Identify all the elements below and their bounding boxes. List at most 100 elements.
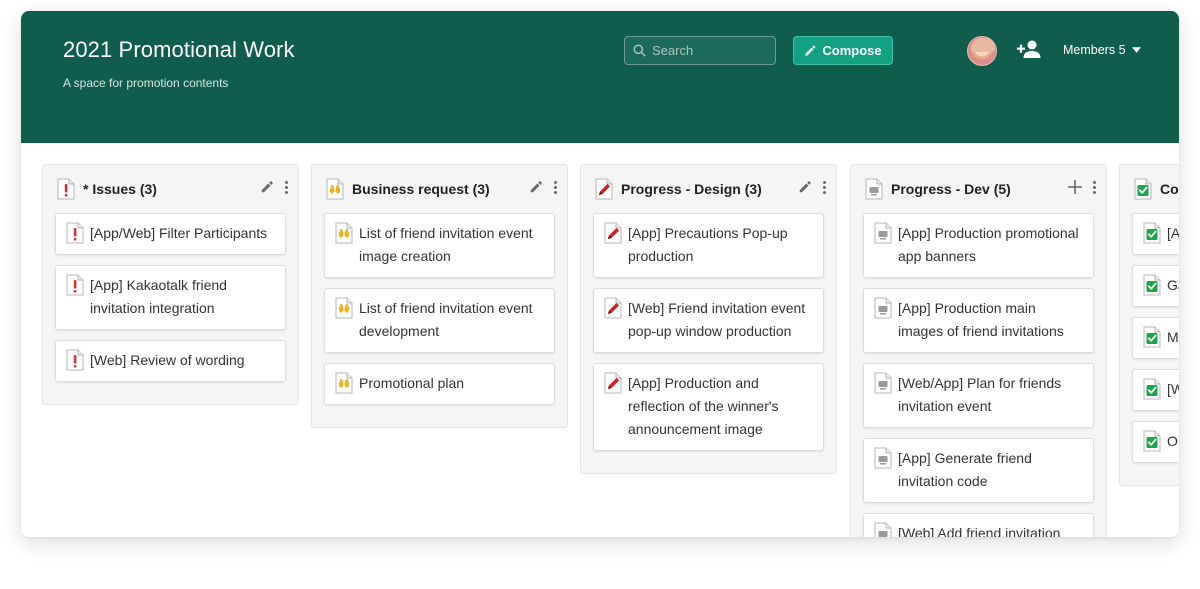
task-card[interactable]: [Web/App] Plan for friends invitation ev…	[863, 363, 1094, 428]
task-card-title: [Web] Review of wording	[90, 352, 245, 368]
column-header: Progress - Dev (5)	[851, 165, 1106, 213]
issue-card-icon	[66, 349, 84, 371]
column-3: Progress - Dev (5) [App] Production promo…	[850, 164, 1107, 537]
done-column-icon	[1134, 178, 1152, 200]
done-card-icon	[1143, 222, 1161, 244]
task-card[interactable]: M	[1132, 317, 1179, 359]
members-label: Members 5	[1063, 43, 1126, 57]
task-card-title: M	[1167, 329, 1179, 345]
task-card-title: Ga	[1167, 277, 1179, 293]
design-card-icon	[604, 297, 622, 319]
compose-button[interactable]: Compose	[793, 36, 893, 65]
task-card[interactable]: Ga	[1132, 265, 1179, 307]
task-card[interactable]: [Web] Add friend invitation	[863, 513, 1094, 537]
task-card-title: [Web] Friend invitation event pop-up win…	[628, 300, 806, 339]
column-actions	[260, 180, 288, 194]
search-icon	[633, 44, 646, 57]
column-4: Co [A be Ga M [W ba O	[1119, 164, 1179, 486]
task-card-title: [App] Precautions Pop-up production	[628, 225, 788, 264]
task-card-title: [App] Kakaotalk friend invitation integr…	[90, 277, 227, 316]
page-title: 2021 Promotional Work	[63, 37, 295, 62]
task-card-title: [W ba	[1167, 381, 1179, 397]
task-card[interactable]: [App/Web] Filter Participants	[55, 213, 286, 255]
column-title: Business request (3)	[352, 181, 490, 197]
task-card[interactable]: O	[1132, 421, 1179, 463]
task-card[interactable]: [App] Generate friend invitation code	[863, 438, 1094, 503]
more-options-icon[interactable]	[553, 180, 557, 194]
pencil-icon	[805, 45, 816, 55]
edit-icon[interactable]	[260, 180, 274, 194]
kanban-board: * Issues (3) [App/Web] Filter Participant…	[21, 143, 1179, 537]
done-card-icon	[1143, 326, 1161, 348]
edit-icon[interactable]	[529, 180, 543, 194]
members-dropdown[interactable]: Members 5	[1063, 43, 1141, 57]
task-card[interactable]: [App] Production promotional app banners	[863, 213, 1094, 278]
issue-card-icon	[66, 222, 84, 244]
dev-card-icon	[874, 522, 892, 537]
more-options-icon[interactable]	[822, 180, 826, 194]
column-actions	[1068, 180, 1096, 194]
done-card-icon	[1143, 430, 1161, 452]
column-title: Progress - Design (3)	[621, 181, 762, 197]
column-header: Business request (3)	[312, 165, 567, 213]
task-card-title: [App/Web] Filter Participants	[90, 225, 268, 241]
add-card-icon[interactable]	[1068, 180, 1082, 194]
task-card-title: [Web] Add friend invitation	[898, 525, 1061, 537]
column-header: * Issues (3)	[43, 165, 298, 213]
request-card-icon	[335, 372, 353, 394]
search-input[interactable]	[652, 43, 762, 58]
task-card-title: [App] Production main images of friend i…	[898, 300, 1064, 339]
more-options-icon[interactable]	[1092, 180, 1096, 194]
task-card-title: Promotional plan	[359, 375, 465, 391]
dev-card-icon	[874, 297, 892, 319]
more-options-icon[interactable]	[284, 180, 288, 194]
column-1: Business request (3) List of friend invit…	[311, 164, 568, 428]
issue-column-icon	[57, 178, 75, 200]
task-card[interactable]: List of friend invitation event image cr…	[324, 213, 555, 278]
column-title: Progress - Dev (5)	[891, 181, 1011, 197]
page-subtitle: A space for promotion contents	[63, 76, 229, 90]
task-card[interactable]: List of friend invitation event developm…	[324, 288, 555, 353]
dev-card-icon	[874, 372, 892, 394]
task-card-title: [App] Production promotional app banners	[898, 225, 1079, 264]
task-card-title: [App] Production and reflection of the w…	[628, 375, 779, 437]
task-card[interactable]: [App] Production main images of friend i…	[863, 288, 1094, 353]
search-box[interactable]	[624, 36, 776, 65]
done-card-icon	[1143, 378, 1161, 400]
task-card-title: [A be	[1167, 225, 1179, 241]
task-card[interactable]: [App] Kakaotalk friend invitation integr…	[55, 265, 286, 330]
column-title: * Issues (3)	[83, 181, 157, 197]
task-card[interactable]: [App] Precautions Pop-up production	[593, 213, 824, 278]
task-card[interactable]: Promotional plan	[324, 363, 555, 405]
request-card-icon	[335, 222, 353, 244]
task-card-title: [App] Generate friend invitation code	[898, 450, 1032, 489]
design-column-icon	[595, 178, 613, 200]
task-card-title: O	[1167, 433, 1178, 449]
task-card[interactable]: [App] Production and reflection of the w…	[593, 363, 824, 451]
done-card-icon	[1143, 274, 1161, 296]
edit-icon[interactable]	[798, 180, 812, 194]
column-header: Co	[1120, 165, 1179, 213]
avatar[interactable]	[967, 36, 997, 66]
request-card-icon	[335, 297, 353, 319]
column-actions	[529, 180, 557, 194]
task-card-title: List of friend invitation event image cr…	[359, 225, 533, 264]
design-card-icon	[604, 222, 622, 244]
design-card-icon	[604, 372, 622, 394]
dev-card-icon	[874, 222, 892, 244]
app-window: 2021 Promotional Work A space for promot…	[21, 11, 1179, 537]
column-2: Progress - Design (3) [App] Precautions P…	[580, 164, 837, 474]
column-actions	[798, 180, 826, 194]
task-card[interactable]: [W ba	[1132, 369, 1179, 411]
request-column-icon	[326, 178, 344, 200]
column-title: Co	[1160, 181, 1179, 197]
add-member-icon[interactable]	[1017, 39, 1043, 59]
task-card[interactable]: [A be	[1132, 213, 1179, 255]
compose-label: Compose	[822, 43, 882, 58]
issue-card-icon	[66, 274, 84, 296]
task-card[interactable]: [Web] Review of wording	[55, 340, 286, 382]
dev-column-icon	[865, 178, 883, 200]
column-0: * Issues (3) [App/Web] Filter Participant…	[42, 164, 299, 405]
project-header: 2021 Promotional Work A space for promot…	[21, 11, 1179, 143]
task-card[interactable]: [Web] Friend invitation event pop-up win…	[593, 288, 824, 353]
